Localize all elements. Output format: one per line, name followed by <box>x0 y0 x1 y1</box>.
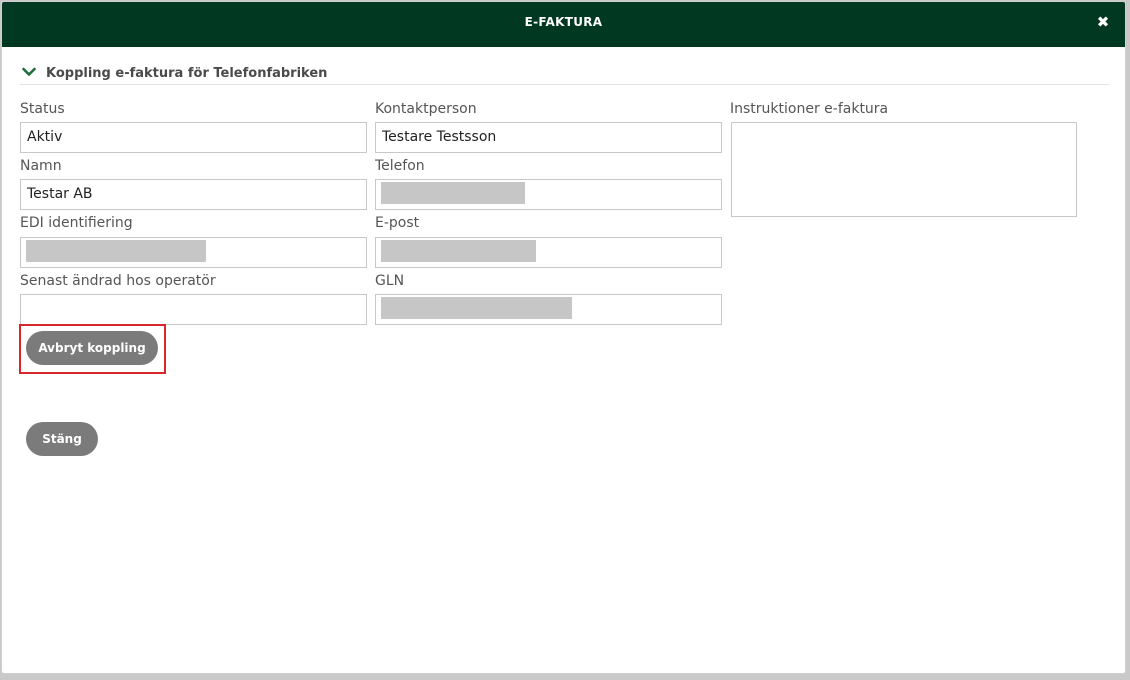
telefon-label: Telefon <box>375 158 425 174</box>
telefon-field[interactable] <box>375 179 722 210</box>
epost-label: E-post <box>375 215 420 231</box>
redacted-value <box>26 240 206 262</box>
edi-field[interactable] <box>20 237 367 268</box>
dialog-header: E-FAKTURA ✖ <box>2 2 1125 47</box>
redacted-value <box>381 297 572 319</box>
section-title: Koppling e-faktura för Telefonfabriken <box>46 66 328 81</box>
efaktura-dialog: E-FAKTURA ✖ Koppling e-faktura för Telef… <box>1 1 1126 674</box>
namn-label: Namn <box>20 158 62 174</box>
status-label: Status <box>20 101 65 117</box>
close-icon[interactable]: ✖ <box>1095 15 1111 31</box>
gln-field[interactable] <box>375 294 722 325</box>
epost-field[interactable] <box>375 237 722 268</box>
stang-button[interactable]: Stäng <box>26 422 98 456</box>
namn-field[interactable]: Testar AB <box>20 179 367 210</box>
instruktioner-label: Instruktioner e-faktura <box>730 101 889 117</box>
section-header-koppling[interactable]: Koppling e-faktura för Telefonfabriken <box>20 64 1109 85</box>
status-field[interactable]: Aktiv <box>20 122 367 153</box>
edi-label: EDI identifiering <box>20 215 133 231</box>
gln-label: GLN <box>375 273 405 289</box>
avbryt-koppling-button[interactable]: Avbryt koppling <box>26 331 158 365</box>
instruktioner-textarea[interactable] <box>731 122 1077 217</box>
chevron-down-icon <box>22 67 36 76</box>
senast-label: Senast ändrad hos operatör <box>20 273 216 289</box>
kontakt-label: Kontaktperson <box>375 101 477 117</box>
redacted-value <box>381 240 536 262</box>
dialog-title: E-FAKTURA <box>524 15 603 29</box>
redacted-value <box>381 182 525 204</box>
senast-field[interactable] <box>20 294 367 325</box>
kontakt-field[interactable]: Testare Testsson <box>375 122 722 153</box>
